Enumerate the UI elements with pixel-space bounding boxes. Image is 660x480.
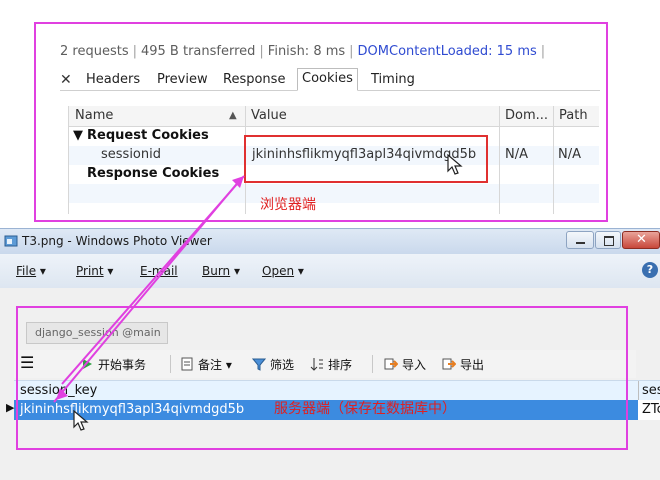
arrow-line bbox=[53, 179, 241, 403]
connection-arrows bbox=[53, 175, 245, 403]
mouse-cursor-icon bbox=[73, 410, 89, 431]
arrow-head-icon bbox=[56, 388, 68, 400]
